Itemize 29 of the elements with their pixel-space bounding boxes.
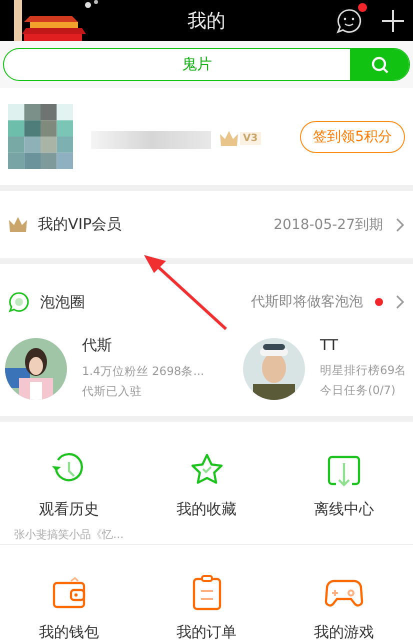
expiry-date: 2018-05-27到期 — [274, 216, 383, 234]
fan-info: 1.4万位粉丝 2698条... — [82, 363, 204, 380]
add-icon[interactable] — [381, 8, 405, 32]
feature-label[interactable]: 我的订单 — [176, 623, 236, 642]
fan-info: 明星排行榜69名 — [320, 362, 407, 379]
chat-icon[interactable] — [335, 6, 363, 34]
feature-label[interactable]: 离线中心 — [314, 500, 374, 519]
section-title: 泡泡圈 — [40, 292, 85, 312]
feature-label[interactable]: 我的游戏 — [314, 623, 374, 642]
search-icon — [370, 56, 388, 74]
status-text: 今日任务(0/7) — [320, 382, 396, 399]
chevron-icon — [395, 216, 405, 232]
status-text: 代斯已入驻 — [82, 383, 143, 400]
vip-row[interactable]: 我的VIP会员 2018-05-27到期 — [0, 191, 413, 258]
star-name[interactable]: TT — [320, 336, 407, 354]
feature-label[interactable]: 观看历史 — [38, 500, 99, 519]
speech-bubble-icon — [8, 291, 30, 313]
level-badge: V3 — [240, 132, 261, 145]
crown-icon — [8, 216, 28, 234]
bubble-row[interactable]: 泡泡圈 代斯即将做客泡泡 — [0, 264, 413, 338]
star-name[interactable]: 代斯 — [82, 336, 204, 355]
vip-label: 我的VIP会员 — [38, 215, 122, 234]
feature-label[interactable]: 我的收藏 — [176, 500, 236, 519]
page-title: 我的 — [186, 8, 226, 34]
crown-icon — [219, 130, 239, 148]
search-button[interactable] — [350, 49, 409, 80]
notice-text: 代斯即将做客泡泡 — [251, 293, 363, 311]
feature-label[interactable]: 我的钱包 — [38, 623, 99, 642]
chevron-icon — [395, 294, 405, 310]
